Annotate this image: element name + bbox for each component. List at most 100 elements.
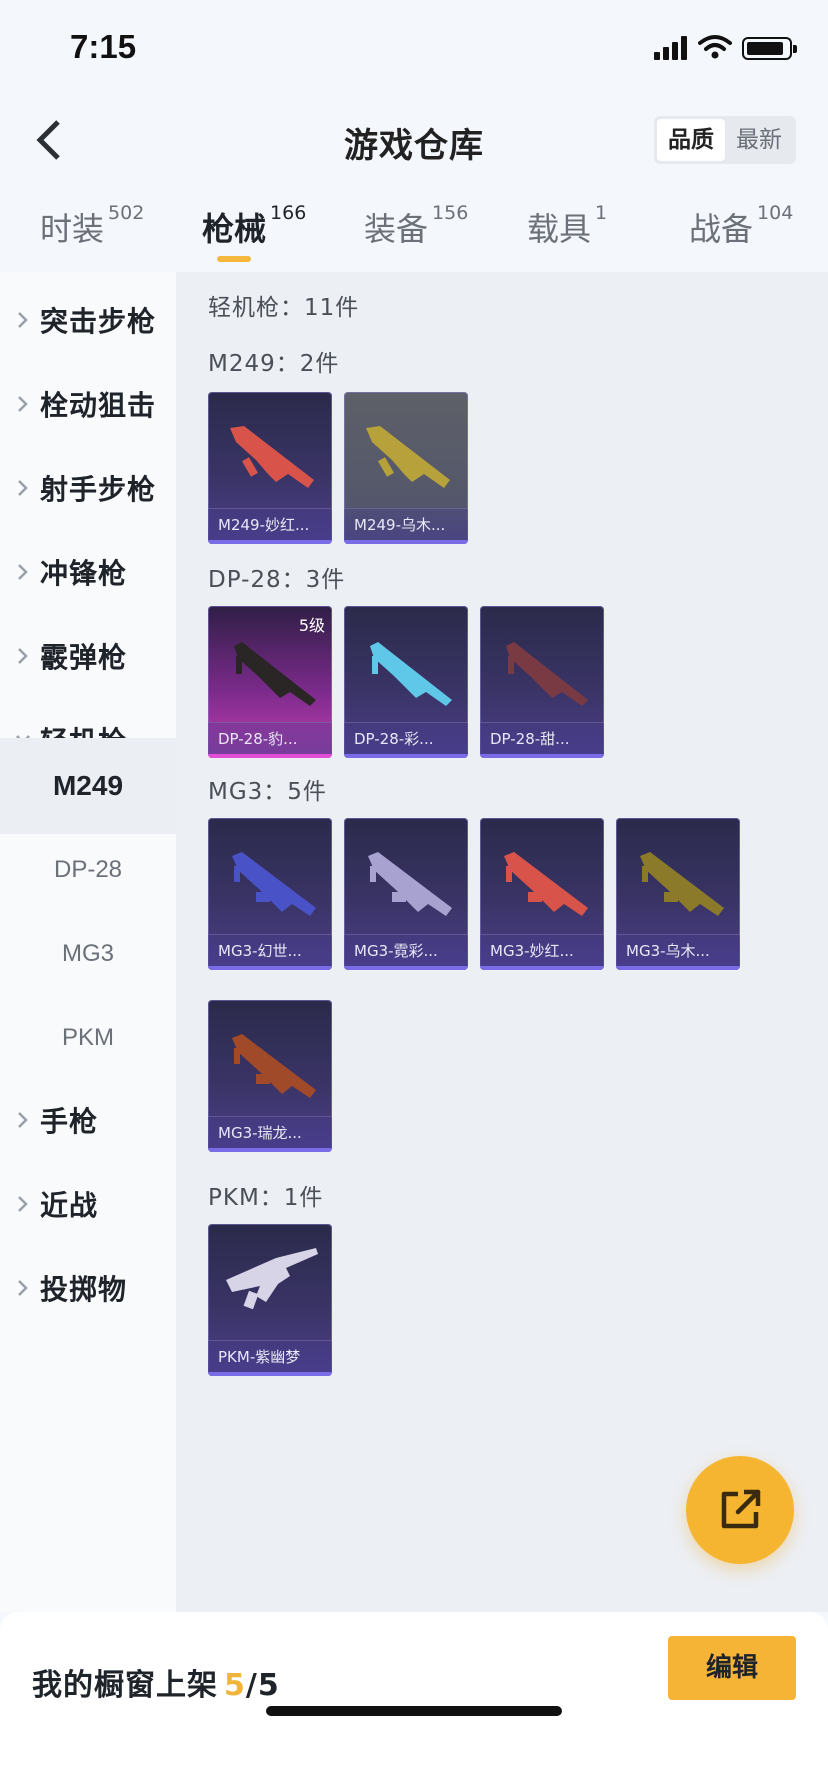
weapon-card[interactable]: MG3-幻世... [208, 818, 332, 970]
rarity-strip [208, 966, 332, 970]
category-header: 轻机枪：11件 [208, 295, 360, 321]
weapon-card-caption: MG3-瑞龙... [208, 1116, 332, 1148]
weapon-card-caption: MG3-幻世... [208, 934, 332, 966]
sidebar-item-pistol[interactable]: 手枪 [0, 1072, 176, 1168]
chevron-right-icon [18, 1112, 28, 1128]
weapon-card[interactable]: MG3-瑞龙... [208, 1000, 332, 1152]
tab-label: 载具 [527, 210, 592, 248]
rarity-strip [208, 1372, 332, 1376]
weapon-card-caption: MG3-乌木... [616, 934, 740, 966]
tab-label: 枪械 [202, 210, 267, 248]
sidebar-subitem-dp28[interactable]: DP-28 [0, 822, 176, 918]
gun-body [226, 1248, 318, 1310]
sort-option-newest[interactable]: 最新 [725, 119, 793, 161]
gun-body [504, 852, 588, 916]
weapon-skin-icon [230, 426, 314, 488]
tab-tactical[interactable]: 战备 104 [689, 202, 794, 250]
sidebar-item-label: 射手步枪 [40, 473, 157, 506]
nav-header: 游戏仓库 品质 最新 [0, 96, 828, 186]
weapon-card[interactable]: MG3-霓彩... [344, 818, 468, 970]
chevron-right-icon [18, 1280, 28, 1296]
tab-count: 156 [432, 202, 469, 224]
weapon-card[interactable]: 5级 DP-28-豹... [208, 606, 332, 758]
chevron-right-icon [18, 1196, 28, 1212]
sidebar-item-label: 突击步枪 [40, 305, 157, 338]
chevron-right-icon [18, 312, 28, 328]
sidebar-item-bolt-sniper[interactable]: 栓动狙击 [0, 356, 176, 452]
gun-body [368, 852, 452, 916]
showcase-total: 5 [257, 1668, 280, 1703]
status-bar: 7:15 [0, 0, 828, 96]
rarity-strip [208, 1148, 332, 1152]
tab-label: 装备 [364, 210, 429, 248]
battery-icon [742, 37, 797, 60]
showcase-bar: 我的橱窗上架 5/5 编辑 [0, 1612, 828, 1792]
share-fab[interactable] [686, 1456, 794, 1564]
chevron-right-icon [18, 648, 28, 664]
tab-firearms[interactable]: 枪械 166 [202, 202, 307, 250]
weapon-card[interactable]: MG3-乌木... [616, 818, 740, 970]
sidebar-item-label: 栓动狙击 [40, 389, 157, 422]
chevron-right-icon [18, 480, 28, 496]
sidebar-subitem-m249[interactable]: M249 [0, 738, 176, 834]
chevron-right-icon [18, 396, 28, 412]
sidebar-item-label: 霰弹枪 [40, 641, 128, 674]
weapon-skin-icon [232, 852, 316, 916]
sidebar-subitem-mg3[interactable]: MG3 [0, 906, 176, 1002]
tab-count: 104 [757, 202, 794, 224]
weapon-card-caption: PKM-紫幽梦 [208, 1340, 332, 1372]
weapon-skin-icon [504, 852, 588, 916]
tab-count: 502 [108, 202, 145, 224]
active-tab-indicator [217, 256, 251, 262]
rarity-strip [616, 966, 740, 970]
showcase-count: 5/5 [224, 1668, 280, 1703]
sidebar-item-marksman-rifle[interactable]: 射手步枪 [0, 440, 176, 536]
sidebar-item-label: 投掷物 [40, 1273, 128, 1306]
rarity-strip [344, 966, 468, 970]
tab-count: 166 [270, 202, 307, 224]
home-indicator [266, 1706, 562, 1716]
weapon-skin-icon [368, 852, 452, 916]
weapon-card-caption: MG3-霓彩... [344, 934, 468, 966]
group-title: M249：2件 [208, 351, 340, 377]
weapon-skin-icon [366, 426, 450, 488]
tab-equipment[interactable]: 装备 156 [364, 202, 469, 250]
weapon-card-caption: M249-乌木... [344, 508, 468, 540]
sort-toggle: 品质 最新 [654, 116, 796, 164]
sidebar-item-throwables[interactable]: 投掷物 [0, 1240, 176, 1336]
category-sidebar: 突击步枪 栓动狙击 射手步枪 冲锋枪 霰弹枪 轻机枪 M249 DP-28 MG… [0, 272, 176, 1612]
weapon-list: 轻机枪：11件 M249：2件 M249-妙红... M249-乌木... DP… [176, 272, 828, 1612]
sidebar-item-label: 冲锋枪 [40, 557, 128, 590]
weapon-card[interactable]: MG3-妙红... [480, 818, 604, 970]
cellular-signal-icon [654, 36, 688, 60]
rarity-strip [344, 754, 468, 758]
sort-option-quality[interactable]: 品质 [657, 119, 725, 161]
tab-fashion[interactable]: 时装 502 [40, 202, 145, 250]
gun-body [640, 852, 724, 916]
gun-body [230, 426, 314, 488]
weapon-skin-icon [226, 1248, 318, 1310]
edit-button[interactable]: 编辑 [668, 1636, 796, 1700]
weapon-card-caption: DP-28-彩... [344, 722, 468, 754]
weapon-card[interactable]: DP-28-彩... [344, 606, 468, 758]
group-title: MG3：5件 [208, 779, 327, 805]
gun-body [506, 642, 588, 706]
weapon-skin-icon [506, 642, 588, 706]
weapon-card-caption: MG3-妙红... [480, 934, 604, 966]
sidebar-item-smg[interactable]: 冲锋枪 [0, 524, 176, 620]
sidebar-item-label: 手枪 [40, 1105, 99, 1138]
tab-vehicles[interactable]: 载具 1 [527, 202, 607, 250]
sidebar-item-melee[interactable]: 近战 [0, 1156, 176, 1252]
weapon-skin-icon [640, 852, 724, 916]
weapon-card[interactable]: DP-28-甜... [480, 606, 604, 758]
sidebar-item-assault-rifle[interactable]: 突击步枪 [0, 272, 176, 368]
weapon-skin-icon [370, 642, 452, 706]
sidebar-item-shotgun[interactable]: 霰弹枪 [0, 608, 176, 704]
group-title: PKM：1件 [208, 1185, 324, 1211]
tab-label: 战备 [689, 210, 754, 248]
tab-label: 时装 [40, 210, 105, 248]
weapon-card[interactable]: M249-乌木... [344, 392, 468, 544]
weapon-card[interactable]: M249-妙红... [208, 392, 332, 544]
gun-body [232, 1034, 316, 1098]
weapon-card[interactable]: PKM-紫幽梦 [208, 1224, 332, 1376]
